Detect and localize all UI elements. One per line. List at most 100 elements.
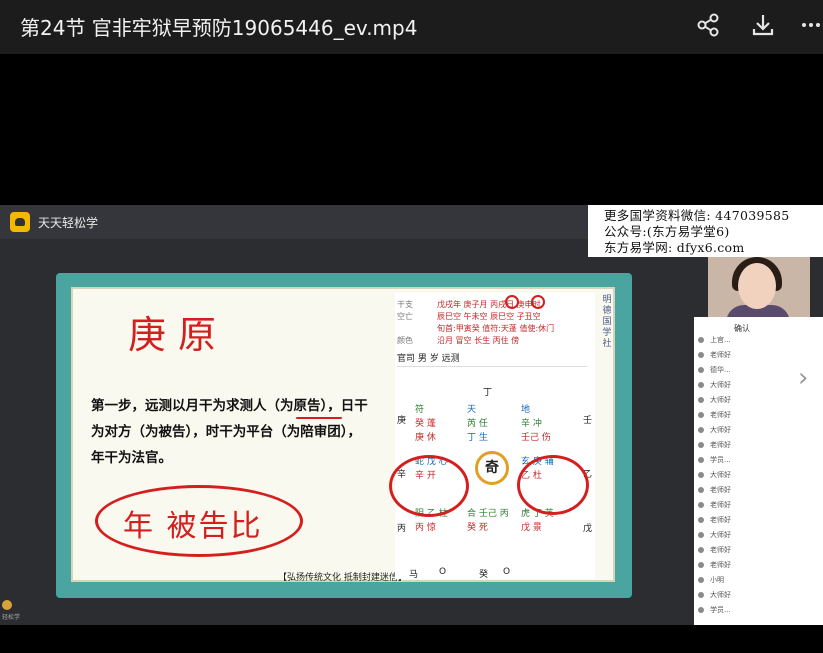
participant-name: 大师好	[710, 591, 731, 599]
chart-cell-line: 丙 惊	[415, 523, 436, 533]
participant-name: 学员...	[710, 606, 731, 614]
avatar-icon	[698, 367, 704, 373]
app-logo-icon	[10, 212, 30, 232]
bottom-mark: 癸	[479, 570, 489, 580]
watermark-line-1: 更多国学资料微信: 447039585	[604, 208, 790, 223]
slide-content: 庚原 第一步，远测以月干为求测人（为原告），日干为对方（为被告），时干为平台（为…	[71, 287, 615, 583]
avatar-icon	[698, 427, 704, 433]
participant-name: 大师好	[710, 426, 731, 434]
participant-name: 大师好	[710, 531, 731, 539]
participant-name: 老师好	[710, 441, 731, 449]
participant-item[interactable]: 老师好	[698, 485, 731, 495]
more-icon[interactable]	[796, 10, 823, 40]
chart-cell-line: 庚 休	[415, 433, 436, 443]
participant-item[interactable]: 老师好	[698, 350, 731, 360]
slide-footer: 【弘扬传统文化 抵制封建迷信】	[278, 573, 407, 583]
participant-item[interactable]: 德华...	[698, 365, 731, 375]
vertical-label: 明德国学社	[602, 295, 612, 349]
download-icon[interactable]	[748, 10, 778, 40]
chart-cell-line: 戊 景	[521, 523, 542, 533]
participant-name: 老师好	[710, 561, 731, 569]
participant-item[interactable]: 大师好	[698, 380, 731, 390]
chart-cell-line: 丁 生	[467, 433, 488, 443]
participant-name: 学员...	[710, 456, 731, 464]
participant-item[interactable]: 大师好	[698, 395, 731, 405]
participant-item[interactable]: 老师好	[698, 410, 731, 420]
lecture-slide: 庚原 第一步，远测以月干为求测人（为原告），日干为对方（为被告），时干为平台（为…	[56, 273, 632, 598]
participant-item[interactable]: 老师好	[698, 560, 731, 570]
chart-cell-line: 芮 任	[467, 419, 488, 429]
avatar-icon	[698, 457, 704, 463]
participants-header: 确认	[734, 324, 750, 333]
avatar-icon	[698, 442, 704, 448]
chart-cell-line: 天	[467, 405, 477, 415]
chart-row-label: 空亡	[397, 312, 413, 321]
participant-name: 老师好	[710, 516, 731, 524]
chart-row-value: 戊戌年 庚子月 丙戌日 庚申时	[437, 300, 541, 309]
chart-cell: 合 壬己 丙 癸 死	[467, 507, 523, 559]
qimen-chart: 干支 戊戌年 庚子月 丙戌日 庚申时 空亡 辰巳空 午未空 辰巳空 子丑空 旬首:甲…	[389, 293, 595, 580]
chart-row: 旬首:甲寅癸 值符:天蓬 值使:休门	[437, 323, 554, 334]
chart-row: 空亡 辰巳空 午未空 辰巳空 子丑空	[397, 311, 541, 322]
participant-item[interactable]: 大师好	[698, 530, 731, 540]
chart-cell-line: 癸 蓬	[415, 419, 436, 429]
chart-cell-line: 地	[521, 405, 531, 415]
watermark-line-3: 东方易学网: dfyx6.com	[604, 240, 745, 255]
participant-name: 老师好	[710, 501, 731, 509]
participant-name: 老师好	[710, 411, 731, 419]
chart-row-label: 干支	[397, 300, 413, 309]
red-underline	[296, 417, 342, 419]
participant-item[interactable]: 老师好	[698, 545, 731, 555]
circle-mark	[505, 295, 519, 309]
participant-item[interactable]: 大师好	[698, 470, 731, 480]
participant-item[interactable]: 学员...	[698, 605, 731, 615]
participants-panel[interactable]: 确认 › 上官... 老师好 德华... 大师好 大师好 老师好 大师好 老师好 学员... 大师…	[694, 317, 823, 625]
center-seal-icon: 奇	[475, 451, 509, 485]
case-line: 官司 男 岁 远测	[397, 351, 587, 367]
participant-name: 老师好	[710, 351, 731, 359]
chevron-right-icon[interactable]: ›	[798, 363, 808, 393]
chart-cell-line: 合 壬己 丙	[467, 509, 509, 519]
avatar-icon	[698, 607, 704, 613]
participant-name: 上官...	[710, 336, 731, 344]
bottom-caption: 轻松学	[2, 614, 21, 621]
chart-cell: 地 辛 冲 壬己 伤	[521, 403, 577, 455]
chart-cell: 天 芮 任 丁 生	[467, 403, 523, 455]
bottom-mark: O	[439, 567, 447, 577]
participant-item[interactable]: 大师好	[698, 590, 731, 600]
avatar-icon	[698, 517, 704, 523]
participant-name: 大师好	[710, 396, 731, 404]
chart-row-value: 辰巳空 午未空 辰巳空 子丑空	[437, 312, 541, 321]
share-icon[interactable]	[693, 10, 723, 40]
participant-item[interactable]: 大师好	[698, 425, 731, 435]
participant-item[interactable]: 老师好	[698, 500, 731, 510]
participant-item[interactable]: 学员...	[698, 455, 731, 465]
chart-row-value: 沿月 冒空 长生 丙住 傍	[437, 336, 520, 345]
handwritten-note: 年 被告比	[123, 509, 263, 544]
avatar-icon	[698, 472, 704, 478]
participant-name: 小明	[710, 576, 724, 584]
chart-row-value: 旬首:甲寅癸 值符:天蓬 值使:休门	[437, 324, 555, 333]
participant-item[interactable]: 上官...	[698, 335, 731, 345]
participant-item[interactable]: 小明	[698, 575, 724, 585]
title-bar: 第24节 官非牢狱早预防19065446_ev.mp4	[0, 0, 823, 54]
avatar-icon	[698, 562, 704, 568]
avatar-icon	[698, 337, 704, 343]
participant-name: 老师好	[710, 546, 731, 554]
participant-name: 老师好	[710, 486, 731, 494]
watermark: 更多国学资料微信: 447039585 公众号:(东方易学堂6) 东方易学网: …	[588, 205, 823, 257]
participant-item[interactable]: 老师好	[698, 515, 731, 525]
bottom-mark: O	[503, 567, 511, 577]
participant-item[interactable]: 老师好	[698, 440, 731, 450]
step-text: 第一步，远测以月干为求测人（为原告），日干为对方（为被告），时干为平台（为陪审团…	[91, 398, 368, 466]
participant-name: 大师好	[710, 471, 731, 479]
handwritten-title: 庚原	[128, 313, 229, 357]
participant-name: 德华...	[710, 366, 731, 374]
app-badge-icon	[2, 600, 12, 610]
chart-cell-line: 壬己 伤	[521, 433, 551, 443]
avatar-icon	[698, 397, 704, 403]
video-frame[interactable]: 天天轻松学 更多国学资料微信: 447039585 公众号:(东方易学堂6) 东…	[0, 205, 823, 625]
chart-cell: 符 癸 蓬 庚 休	[415, 403, 471, 455]
circle-mark	[531, 295, 545, 309]
avatar-icon	[698, 487, 704, 493]
